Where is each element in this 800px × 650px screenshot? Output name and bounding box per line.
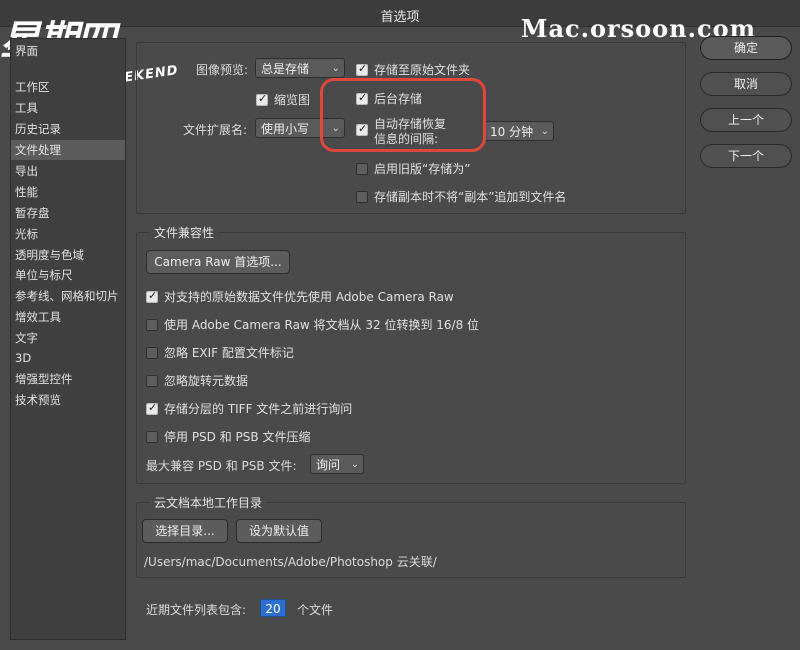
sidebar-item-plugins[interactable]: 增效工具 bbox=[15, 307, 61, 327]
save-to-original-row[interactable]: 存储至原始文件夹 bbox=[356, 61, 470, 78]
sidebar-item-type[interactable]: 文字 bbox=[15, 328, 38, 348]
sidebar-item-transparency-gamut[interactable]: 透明度与色域 bbox=[15, 245, 84, 265]
disable-psd-compression-label: 停用 PSD 和 PSB 文件压缩 bbox=[164, 430, 311, 444]
prefer-camera-raw-checkbox[interactable] bbox=[146, 289, 158, 303]
recent-files-label: 近期文件列表包含: bbox=[146, 603, 247, 617]
ignore-rotation-checkbox[interactable] bbox=[146, 374, 158, 387]
no-copy-suffix-checkbox[interactable] bbox=[356, 190, 368, 203]
sidebar-item-tools[interactable]: 工具 bbox=[15, 98, 38, 118]
save-to-original-label: 存储至原始文件夹 bbox=[374, 63, 471, 77]
no-copy-suffix-label: 存储副本时不将“副本”追加到文件名 bbox=[374, 190, 567, 204]
set-default-button[interactable]: 设为默认值 bbox=[236, 519, 322, 543]
ignore-exif-checkbox[interactable] bbox=[146, 346, 158, 359]
legacy-save-as-checkbox[interactable] bbox=[356, 162, 368, 175]
chevron-down-icon: ⌄ bbox=[331, 63, 340, 74]
camera-raw-preferences-button[interactable]: Camera Raw 首选项... bbox=[146, 250, 290, 274]
cancel-button[interactable]: 取消 bbox=[700, 72, 792, 96]
sidebar-item-scratch-disks[interactable]: 暂存盘 bbox=[15, 203, 50, 223]
file-compatibility-title: 文件兼容性 bbox=[150, 224, 219, 241]
max-compat-label: 最大兼容 PSD 和 PSB 文件: bbox=[146, 459, 297, 473]
sidebar-item-interface[interactable]: 界面 bbox=[15, 41, 38, 61]
autosave-interval-value: 10 分钟 bbox=[490, 125, 534, 139]
sidebar-item-workspace[interactable]: 工作区 bbox=[15, 77, 50, 97]
camera-raw-convert-checkbox[interactable] bbox=[146, 318, 158, 331]
ask-tiff-layers-label: 存储分层的 TIFF 文件之前进行询问 bbox=[164, 402, 353, 416]
save-to-original-checkbox[interactable] bbox=[356, 62, 368, 76]
thumbnail-checkbox-row[interactable]: 缩览图 bbox=[256, 91, 310, 108]
file-extension-value: 使用小写 bbox=[261, 122, 310, 136]
legacy-save-as-label: 启用旧版“存储为” bbox=[374, 162, 471, 176]
disable-psd-compression-checkbox[interactable] bbox=[146, 430, 158, 443]
camera-raw-convert-label: 使用 Adobe Camera Raw 将文档从 32 位转换到 16/8 位 bbox=[164, 318, 480, 332]
sidebar-item-tech-previews[interactable]: 技术预览 bbox=[15, 390, 61, 410]
autosave-interval-dropdown[interactable]: 10 分钟 ⌄ bbox=[484, 121, 554, 141]
ask-tiff-layers-checkbox[interactable] bbox=[146, 401, 158, 415]
sidebar-item-export[interactable]: 导出 bbox=[15, 161, 38, 181]
compat-option-row[interactable]: 存储分层的 TIFF 文件之前进行询问 bbox=[146, 400, 352, 417]
thumbnail-label: 缩览图 bbox=[274, 93, 311, 107]
compat-option-row[interactable]: 使用 Adobe Camera Raw 将文档从 32 位转换到 16/8 位 bbox=[146, 316, 479, 333]
image-preview-label: 图像预览: bbox=[196, 63, 249, 77]
sidebar-item-history[interactable]: 历史记录 bbox=[15, 119, 61, 139]
cloud-directory-path: /Users/mac/Documents/Adobe/Photoshop 云关联… bbox=[144, 555, 437, 569]
compat-option-row[interactable]: 忽略 EXIF 配置文件标记 bbox=[146, 344, 294, 361]
chevron-down-icon: ⌄ bbox=[540, 126, 549, 137]
ignore-exif-label: 忽略 EXIF 配置文件标记 bbox=[164, 346, 294, 360]
legacy-save-as-row[interactable]: 启用旧版“存储为” bbox=[356, 160, 470, 177]
thumbnail-checkbox[interactable] bbox=[256, 92, 268, 106]
compat-option-row[interactable]: 停用 PSD 和 PSB 文件压缩 bbox=[146, 428, 310, 445]
cloud-docs-title: 云文档本地工作目录 bbox=[150, 494, 267, 511]
no-copy-suffix-row[interactable]: 存储副本时不将“副本”追加到文件名 bbox=[356, 188, 566, 205]
sidebar-item-3d[interactable]: 3D bbox=[15, 348, 31, 368]
image-preview-value: 总是存储 bbox=[261, 62, 310, 76]
preferences-sidebar: 界面 工作区 工具 历史记录 文件处理 导出 性能 暂存盘 光标 透明度与色域 … bbox=[10, 38, 126, 640]
sidebar-item-enhanced-controls[interactable]: 增强型控件 bbox=[15, 369, 73, 389]
next-button[interactable]: 下一个 bbox=[700, 144, 792, 168]
sidebar-item-file-handling[interactable]: 文件处理 bbox=[11, 140, 125, 160]
sidebar-item-cursors[interactable]: 光标 bbox=[15, 224, 38, 244]
compat-option-row[interactable]: 对支持的原始数据文件优先使用 Adobe Camera Raw bbox=[146, 288, 454, 305]
compat-option-row[interactable]: 忽略旋转元数据 bbox=[146, 372, 248, 389]
choose-directory-button[interactable]: 选择目录... bbox=[142, 519, 228, 543]
max-compat-value: 询问 bbox=[316, 458, 341, 472]
sidebar-item-guides-grid-slices[interactable]: 参考线、网格和切片 bbox=[15, 286, 119, 306]
file-extension-label: 文件扩展名: bbox=[183, 123, 248, 137]
sidebar-item-performance[interactable]: 性能 bbox=[15, 182, 38, 202]
previous-button[interactable]: 上一个 bbox=[700, 108, 792, 132]
image-preview-dropdown[interactable]: 总是存储 ⌄ bbox=[255, 58, 345, 78]
recent-files-count-input[interactable]: 20 bbox=[260, 599, 286, 617]
sidebar-item-units-rulers[interactable]: 单位与标尺 bbox=[15, 265, 73, 285]
recent-files-suffix: 个文件 bbox=[297, 603, 334, 617]
ignore-rotation-label: 忽略旋转元数据 bbox=[164, 374, 249, 388]
max-compat-dropdown[interactable]: 询问 ⌄ bbox=[310, 454, 364, 474]
ok-button[interactable]: 确定 bbox=[700, 36, 792, 60]
prefer-camera-raw-label: 对支持的原始数据文件优先使用 Adobe Camera Raw bbox=[164, 290, 454, 304]
annotation-highlight-circle bbox=[320, 78, 486, 152]
chevron-down-icon: ⌄ bbox=[350, 459, 359, 470]
